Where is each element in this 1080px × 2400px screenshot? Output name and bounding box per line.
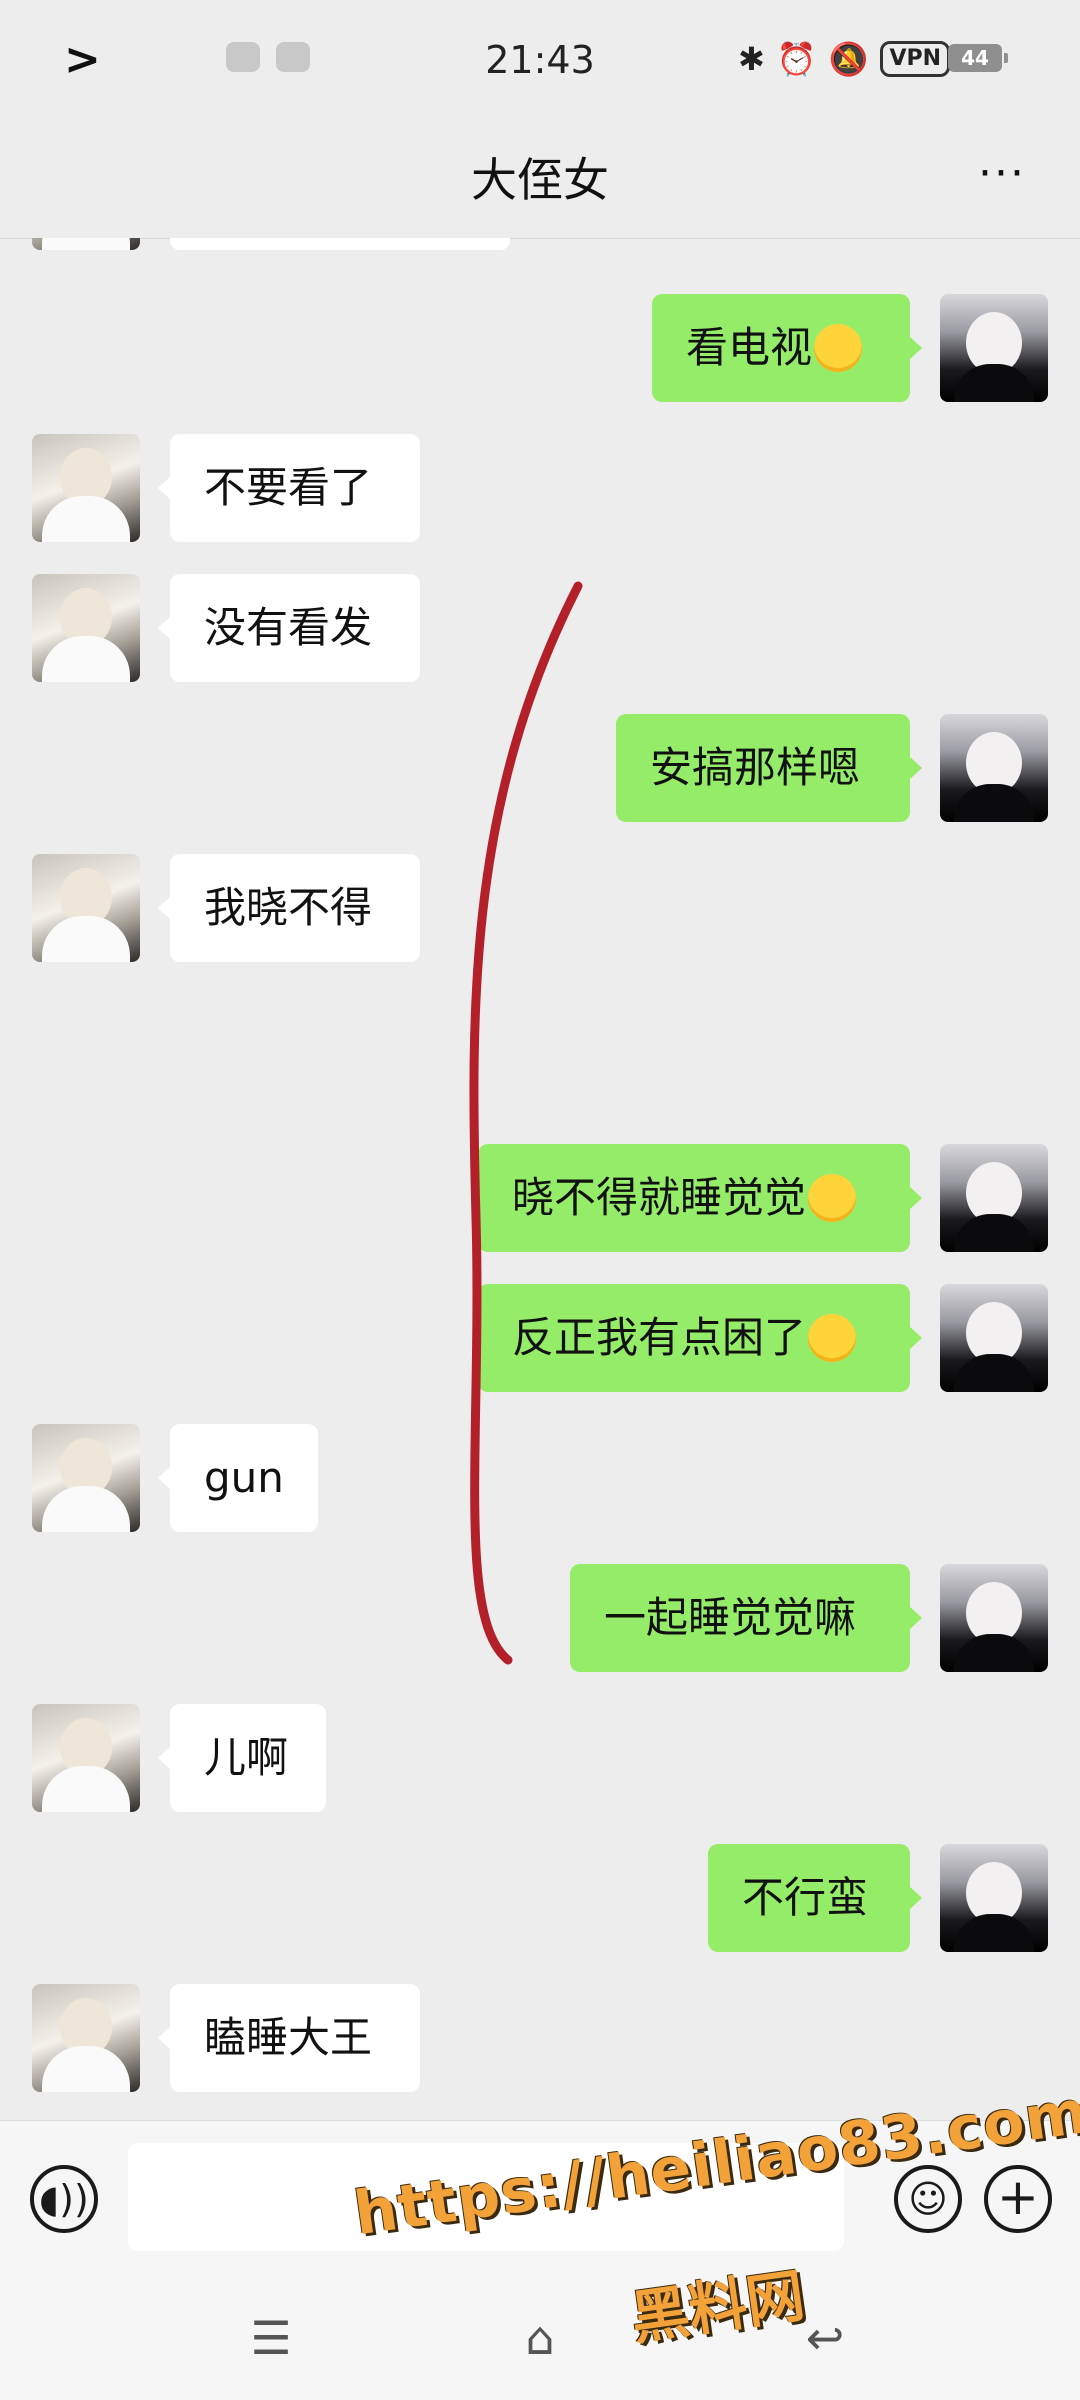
back-icon[interactable]: ↩ [790, 2308, 860, 2368]
sent-message-bubble[interactable]: 不行蛮 [708, 1844, 922, 1952]
contact-avatar[interactable] [32, 1424, 140, 1532]
received-message-bubble[interactable]: 瞌睡大王 [158, 1984, 420, 2092]
received-message-bubble[interactable]: 儿啊 [158, 1704, 326, 1812]
message-text: 晓不得就睡觉觉 [512, 1173, 807, 1222]
message-row: 瞌睡大王 [0, 1984, 1080, 2094]
received-message-bubble[interactable]: 不要看了 [158, 434, 420, 542]
sent-message-bubble[interactable]: 反正我有点困了 [478, 1284, 922, 1392]
laugh-emoji-icon [808, 1173, 857, 1222]
message-row [0, 238, 1080, 252]
grin-emoji-icon [814, 323, 863, 372]
message-row: gun [0, 1424, 1080, 1534]
vpn-icon: VPN [880, 41, 950, 77]
battery-icon: 44 [948, 44, 1008, 72]
home-icon[interactable]: ⌂ [505, 2308, 575, 2368]
my-avatar[interactable] [940, 1284, 1048, 1392]
my-avatar[interactable] [940, 294, 1048, 402]
rofl-emoji-icon [808, 1313, 857, 1362]
emoji-icon[interactable]: ☺ [894, 2165, 962, 2233]
contact-avatar[interactable] [32, 1704, 140, 1812]
menu-icon[interactable]: ☰ [236, 2308, 306, 2368]
my-avatar[interactable] [940, 1564, 1048, 1672]
message-text: 不要看了 [204, 463, 373, 512]
received-message-bubble[interactable]: 没有看发 [158, 574, 420, 682]
chat-message-list[interactable]: 看电视不要看了没有看发安搞那样嗯我晓不得晓不得就睡觉觉 反正我有点困了 gun 一起睡… [0, 238, 1080, 2120]
message-row: 没有看发 [0, 574, 1080, 684]
contact-avatar[interactable] [32, 434, 140, 542]
message-text: gun [204, 1453, 284, 1502]
message-text: 一起睡觉觉嘛 [604, 1593, 857, 1642]
my-avatar[interactable] [940, 1144, 1048, 1252]
message-row: 看电视 [0, 294, 1080, 404]
message-row: 反正我有点困了 [0, 1284, 1080, 1394]
contact-avatar[interactable] [32, 238, 140, 250]
message-input[interactable] [128, 2143, 844, 2251]
bluetooth-icon: ✱ [737, 40, 765, 78]
mute-icon: 🔕 [828, 40, 869, 78]
message-row: 我晓不得 [0, 854, 1080, 964]
message-row: 安搞那样嗯 [0, 714, 1080, 824]
message-text: 瞌睡大王 [204, 2013, 373, 2062]
alarm-icon: ⏰ [776, 40, 817, 78]
sent-message-bubble[interactable]: 看电视 [652, 294, 922, 402]
status-bar: > 21:43 ✱ ⏰ 🔕 VPN 44 [0, 0, 1080, 120]
sent-message-bubble[interactable]: 安搞那样嗯 [616, 714, 922, 822]
received-message-bubble[interactable] [170, 238, 510, 250]
contact-avatar[interactable] [32, 1984, 140, 2092]
message-row: 晓不得就睡觉觉 [0, 1144, 1080, 1254]
more-options-button[interactable]: ··· [978, 148, 1026, 199]
message-text: 儿啊 [204, 1733, 289, 1782]
message-text: 看电视 [686, 323, 813, 372]
message-text: 我晓不得 [204, 883, 373, 932]
chat-title: 大侄女 [471, 153, 609, 207]
message-row: 儿啊 [0, 1704, 1080, 1814]
received-message-bubble[interactable]: 我晓不得 [158, 854, 420, 962]
chat-header: 大侄女 ··· [0, 120, 1080, 239]
sent-message-bubble[interactable]: 晓不得就睡觉觉 [478, 1144, 922, 1252]
sent-message-bubble[interactable]: 一起睡觉觉嘛 [570, 1564, 922, 1672]
voice-icon[interactable]: ◖)) [30, 2165, 98, 2233]
my-avatar[interactable] [940, 714, 1048, 822]
plus-icon[interactable]: + [984, 2165, 1052, 2233]
contact-avatar[interactable] [32, 854, 140, 962]
message-row: 不要看了 [0, 434, 1080, 544]
message-text: 不行蛮 [742, 1873, 869, 1922]
message-text: 没有看发 [204, 603, 373, 652]
message-text: 反正我有点困了 [512, 1313, 807, 1362]
message-row: 一起睡觉觉嘛 [0, 1564, 1080, 1674]
system-nav-bar: ☰ ⌂ ↩ [0, 2280, 1080, 2400]
message-row: 不行蛮 [0, 1844, 1080, 1954]
contact-avatar[interactable] [32, 574, 140, 682]
my-avatar[interactable] [940, 1844, 1048, 1952]
input-bar: ◖)) ☺ + [0, 2120, 1080, 2281]
received-message-bubble[interactable]: gun [158, 1424, 318, 1532]
message-text: 安搞那样嗯 [650, 743, 861, 792]
